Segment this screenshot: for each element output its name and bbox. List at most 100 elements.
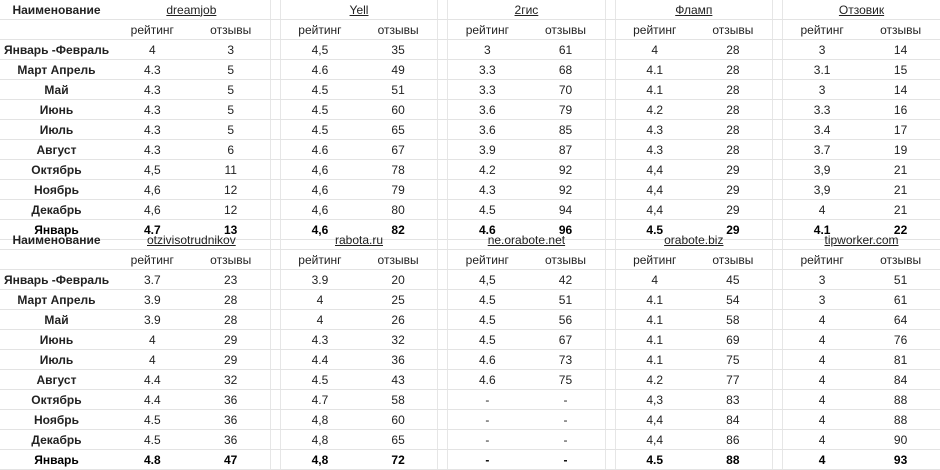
rating-cell: 4 xyxy=(112,349,192,370)
column-divider xyxy=(604,349,616,370)
column-divider xyxy=(604,179,616,200)
site-link-dreamjob[interactable]: dreamjob xyxy=(112,0,271,20)
rating-cell: 4,8 xyxy=(280,449,359,470)
reviews-cell: 64 xyxy=(861,309,940,330)
rating-cell: 4.5 xyxy=(447,329,527,350)
rating-cell: 4.5 xyxy=(280,79,359,100)
reviews-cell: 28 xyxy=(693,99,773,120)
rating-cell: 4.1 xyxy=(615,349,694,370)
column-divider xyxy=(771,309,784,330)
site-link-tipworker[interactable]: tipworker.com xyxy=(782,230,940,250)
rating-cell: 3.3 xyxy=(782,99,862,120)
column-divider xyxy=(437,329,449,350)
site-link-flamp[interactable]: Фламп xyxy=(615,0,773,20)
reviews-cell: 14 xyxy=(861,79,940,100)
column-divider xyxy=(437,429,449,450)
rating-cell: 4.3 xyxy=(615,119,694,140)
rating-cell: 3.9 xyxy=(112,289,192,310)
rating-cell: 4 xyxy=(615,269,694,290)
reviews-cell: 47 xyxy=(191,449,271,470)
rating-cell: 3.3 xyxy=(447,59,527,80)
rating-cell: 3 xyxy=(782,79,862,100)
site-link-ne-orabote-net[interactable]: ne.orabote.net xyxy=(447,230,606,250)
rating-cell: 4,6 xyxy=(280,179,359,200)
reviews-subheader: отзывы xyxy=(359,249,438,270)
column-divider xyxy=(771,119,784,140)
rating-cell: 3.6 xyxy=(447,119,527,140)
site-link-rabota-ru[interactable]: rabota.ru xyxy=(280,230,438,250)
reviews-cell: 61 xyxy=(861,289,940,310)
reviews-cell: 61 xyxy=(526,39,606,60)
reviews-cell: 80 xyxy=(359,199,438,220)
reviews-cell: 36 xyxy=(191,389,271,410)
site-link-orabote-biz[interactable]: orabote.biz xyxy=(615,230,773,250)
rating-cell: 4,5 xyxy=(447,269,527,290)
column-divider xyxy=(437,409,449,430)
reviews-subheader: отзывы xyxy=(693,19,773,40)
reviews-cell: 29 xyxy=(191,349,271,370)
rating-cell: 4 xyxy=(782,369,862,390)
column-divider xyxy=(604,139,616,160)
column-divider xyxy=(604,449,616,470)
reviews-cell: 28 xyxy=(693,39,773,60)
column-divider xyxy=(604,309,616,330)
site-link-yell[interactable]: Yell xyxy=(280,0,438,20)
reviews-cell: 68 xyxy=(526,59,606,80)
rating-cell: 4.3 xyxy=(112,139,192,160)
reviews-cell: 12 xyxy=(191,199,271,220)
table-row: Май 4.3 5 4.5 51 3.3 70 4.1 28 3 14 xyxy=(0,79,940,100)
rating-cell: 4.4 xyxy=(280,349,359,370)
column-divider xyxy=(269,19,281,40)
reviews-cell: 60 xyxy=(359,99,438,120)
column-divider xyxy=(771,99,784,120)
column-divider xyxy=(269,230,281,250)
rating-cell: 3.9 xyxy=(112,309,192,330)
reviews-cell: 25 xyxy=(359,289,438,310)
rating-cell: 4.5 xyxy=(112,429,192,450)
column-divider xyxy=(604,39,616,60)
reviews-cell: 20 xyxy=(359,269,438,290)
column-divider xyxy=(771,429,784,450)
reviews-cell: 16 xyxy=(861,99,940,120)
reviews-cell: 58 xyxy=(693,309,773,330)
reviews-cell: 79 xyxy=(526,99,606,120)
month-label: Июль xyxy=(0,119,113,140)
rating-cell: 4.6 xyxy=(447,349,527,370)
rating-cell: - xyxy=(447,429,527,450)
rating-subheader: рейтинг xyxy=(615,19,694,40)
table-row: Декабрь 4,6 12 4,6 80 4.5 94 4,4 29 4 21 xyxy=(0,199,940,220)
rating-subheader: рейтинг xyxy=(782,249,862,270)
reviews-cell: 72 xyxy=(359,449,438,470)
reviews-subheader: отзывы xyxy=(861,249,940,270)
rating-cell: 4.5 xyxy=(112,409,192,430)
rating-subheader: рейтинг xyxy=(782,19,862,40)
reviews-cell: 42 xyxy=(526,269,606,290)
month-label: Июль xyxy=(0,349,113,370)
column-divider xyxy=(604,79,616,100)
column-divider xyxy=(771,409,784,430)
rating-cell: 4,6 xyxy=(280,159,359,180)
site-header-row: Наименование dreamjob Yell 2гис Фламп От… xyxy=(0,0,940,20)
column-divider xyxy=(269,139,281,160)
reviews-cell: 5 xyxy=(191,99,271,120)
reviews-subheader: отзывы xyxy=(191,19,271,40)
column-divider xyxy=(269,369,281,390)
rating-cell: 4,6 xyxy=(112,199,192,220)
site-link-otzivisotrudnikov[interactable]: otzivisotrudnikov xyxy=(112,230,271,250)
column-divider xyxy=(269,289,281,310)
rating-cell: 4 xyxy=(782,329,862,350)
reviews-cell: 29 xyxy=(693,159,773,180)
reviews-cell: 51 xyxy=(359,79,438,100)
column-divider xyxy=(771,179,784,200)
reviews-cell: 51 xyxy=(526,289,606,310)
site-link-2gis[interactable]: 2гис xyxy=(447,0,606,20)
table-row: Октябрь 4.4 36 4.7 58- -4,3 83 4 88 xyxy=(0,389,940,410)
column-divider xyxy=(437,119,449,140)
ratings-table-2: Наименование otzivisotrudnikov rabota.ru… xyxy=(0,230,940,470)
reviews-cell: 78 xyxy=(359,159,438,180)
reviews-cell: 60 xyxy=(359,409,438,430)
site-link-otzovik[interactable]: Отзовик xyxy=(782,0,940,20)
rating-cell: 4 xyxy=(782,449,862,470)
column-divider xyxy=(437,369,449,390)
reviews-cell: - xyxy=(526,389,606,410)
